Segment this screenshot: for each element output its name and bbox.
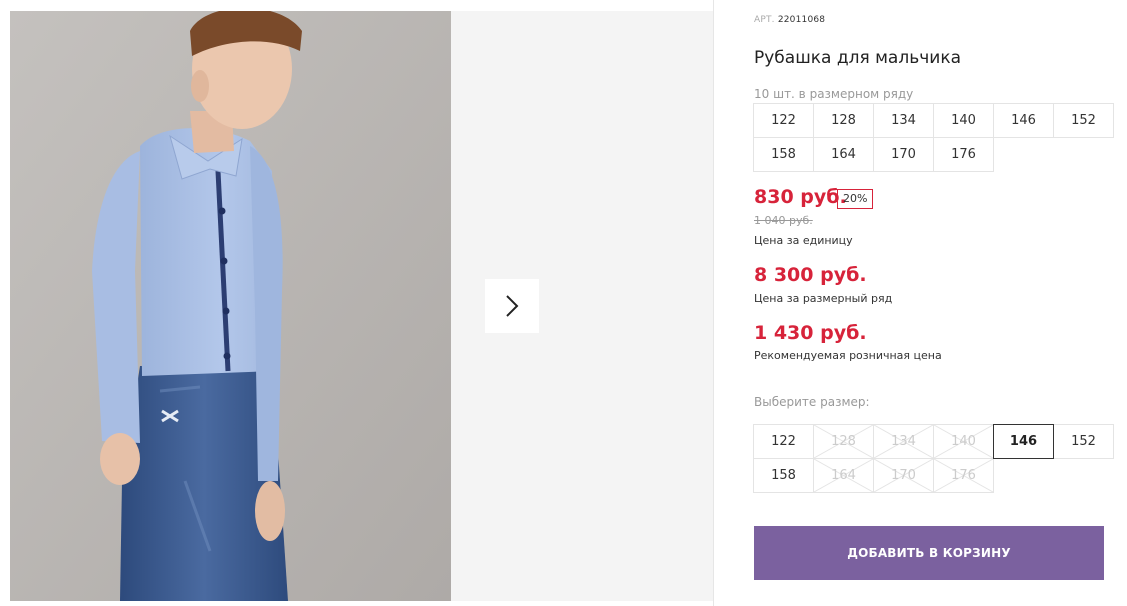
product-title: Рубашка для мальчика: [754, 48, 962, 68]
size-option-label: 134: [891, 434, 916, 449]
size-range-cell: 122: [753, 103, 814, 138]
size-option-label: 176: [951, 468, 976, 483]
size-option-unavailable: 164: [813, 458, 874, 493]
add-to-cart-button[interactable]: ДОБАВИТЬ В КОРЗИНУ: [754, 526, 1104, 580]
size-option[interactable]: 122: [753, 424, 814, 459]
size-option-label: 164: [831, 468, 856, 483]
size-option-label: 152: [1071, 434, 1096, 449]
unit-price-label: Цена за единицу: [754, 234, 853, 247]
size-option-unavailable: 140: [933, 424, 994, 459]
product-gallery: [10, 11, 713, 601]
size-option-label: 128: [831, 434, 856, 449]
size-option-label: 170: [891, 468, 916, 483]
size-option-label: 146: [1009, 434, 1038, 449]
article-value: 22011068: [777, 15, 826, 25]
retail-price: 1 430 руб.: [754, 322, 867, 344]
discount-badge: 20%: [837, 189, 874, 209]
size-option[interactable]: 158: [753, 458, 814, 493]
size-range-cell: 146: [993, 103, 1054, 138]
size-range-cell: 158: [753, 137, 814, 172]
article-number: АРТ. 22011068: [754, 15, 825, 25]
pack-info: 10 шт. в размерном ряду: [754, 87, 914, 101]
retail-price-label: Рекомендуемая розничная цена: [754, 349, 942, 362]
size-option-label: 122: [771, 434, 796, 449]
unit-price: 830 руб.: [754, 186, 847, 208]
size-picker-label: Выберите размер:: [754, 395, 870, 409]
size-picker-grid: 122 128 134 140 146 152 158 164 170 176: [753, 424, 1114, 493]
size-range-cell: 170: [873, 137, 934, 172]
size-option-selected[interactable]: 146: [993, 424, 1054, 459]
size-option-label: 158: [771, 468, 796, 483]
chevron-right-icon: [506, 295, 519, 317]
size-range-cell: 152: [1053, 103, 1114, 138]
old-price: 1 040 руб.: [754, 214, 813, 227]
next-image-button[interactable]: [485, 279, 539, 333]
range-price: 8 300 руб.: [754, 264, 867, 286]
column-divider: [713, 0, 714, 606]
size-option-unavailable: 128: [813, 424, 874, 459]
size-range-cell: 128: [813, 103, 874, 138]
article-label: АРТ.: [754, 15, 775, 25]
size-range-cell: 176: [933, 137, 994, 172]
size-range-cell: 164: [813, 137, 874, 172]
size-option-unavailable: 176: [933, 458, 994, 493]
size-range-cell: 140: [933, 103, 994, 138]
product-photo: [10, 11, 451, 601]
range-price-label: Цена за размерный ряд: [754, 292, 893, 305]
size-range-cell: 134: [873, 103, 934, 138]
size-option-label: 140: [951, 434, 976, 449]
size-range-grid: 122 128 134 140 146 152 158 164 170 176: [753, 103, 1114, 172]
size-option-unavailable: 170: [873, 458, 934, 493]
size-option-unavailable: 134: [873, 424, 934, 459]
size-option[interactable]: 152: [1053, 424, 1114, 459]
